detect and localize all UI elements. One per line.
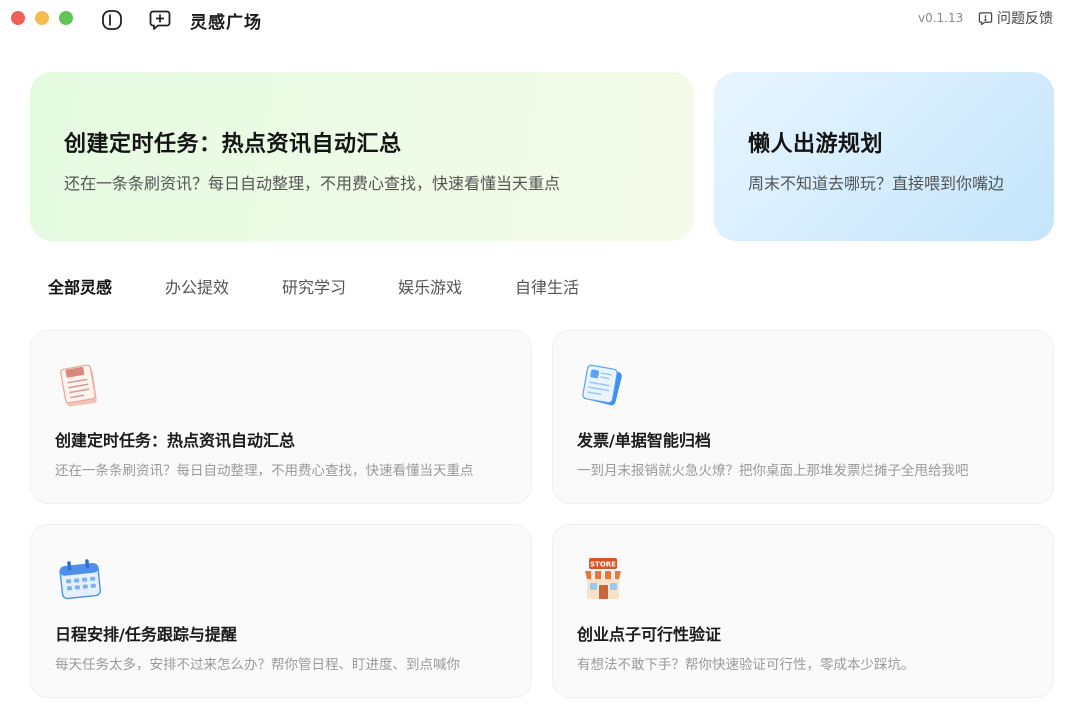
newspaper-icon [55,359,107,411]
invoice-icon [577,359,629,411]
banner-title: 懒人出游规划 [748,132,884,157]
new-chat-icon[interactable] [148,8,172,32]
card-description: 每天任务太多，安排不过来怎么办？帮你管日程、盯进度、到点喊你 [55,657,460,673]
card-description: 还在一条条刷资讯？每日自动整理，不用费心查找，快速看懂当天重点 [55,463,474,479]
svg-text:STORE: STORE [590,561,616,569]
page-title: 灵感广场 [190,13,262,33]
calendar-icon [55,553,107,605]
sidebar-toggle-icon[interactable] [100,8,124,32]
card-description: 一到月末报销就火急火燎？把你桌面上那堆发票烂摊子全甩给我吧 [577,463,969,479]
feedback-button[interactable]: 问题反馈 [978,9,1053,27]
tab-research[interactable]: 研究学习 [282,274,346,298]
feedback-label: 问题反馈 [997,11,1053,27]
card-title: 创建定时任务：热点资讯自动汇总 [55,431,296,450]
banner-description: 周末不知道去哪玩？直接喂到你嘴边 [748,174,1005,193]
window-zoom-button[interactable] [59,11,73,25]
tab-all[interactable]: 全部灵感 [48,274,112,298]
window-minimize-button[interactable] [35,11,49,25]
card-title: 发票/单据智能归档 [577,431,711,450]
banner-title: 创建定时任务：热点资讯自动汇总 [64,132,402,157]
card-invoice-archive[interactable]: 发票/单据智能归档 一到月末报销就火急火燎？把你桌面上那堆发票烂摊子全甩给我吧 [552,330,1054,504]
banner-description: 还在一条条刷资讯？每日自动整理，不用费心查找，快速看懂当天重点 [64,174,561,193]
card-title: 创业点子可行性验证 [577,625,722,644]
tab-self-discipline[interactable]: 自律生活 [515,274,579,298]
version-label: v0.1.13 [918,11,964,25]
window-close-button[interactable] [11,11,25,25]
tab-entertainment[interactable]: 娱乐游戏 [398,274,462,298]
title-bar: 灵感广场 v0.1.13 问题反馈 [0,0,1080,38]
card-news-summary[interactable]: 创建定时任务：热点资讯自动汇总 还在一条条刷资讯？每日自动整理，不用费心查找，快… [30,330,532,504]
banner-scheduled-news[interactable]: 创建定时任务：热点资讯自动汇总 还在一条条刷资讯？每日自动整理，不用费心查找，快… [30,72,694,241]
card-description: 有想法不敢下手？帮你快速验证可行性，零成本少踩坑。 [577,657,915,673]
tab-office[interactable]: 办公提效 [165,274,229,298]
card-startup-validation[interactable]: STORE 创业点子可行性验证 有想法不敢下手？帮你快速验证可行性，零成本少踩坑… [552,524,1054,698]
feedback-icon [978,11,993,25]
banner-travel-plan[interactable]: 懒人出游规划 周末不知道去哪玩？直接喂到你嘴边 [714,72,1054,241]
card-title: 日程安排/任务跟踪与提醒 [55,625,237,644]
store-icon: STORE [577,553,629,605]
card-schedule-tracking[interactable]: 日程安排/任务跟踪与提醒 每天任务太多，安排不过来怎么办？帮你管日程、盯进度、到… [30,524,532,698]
